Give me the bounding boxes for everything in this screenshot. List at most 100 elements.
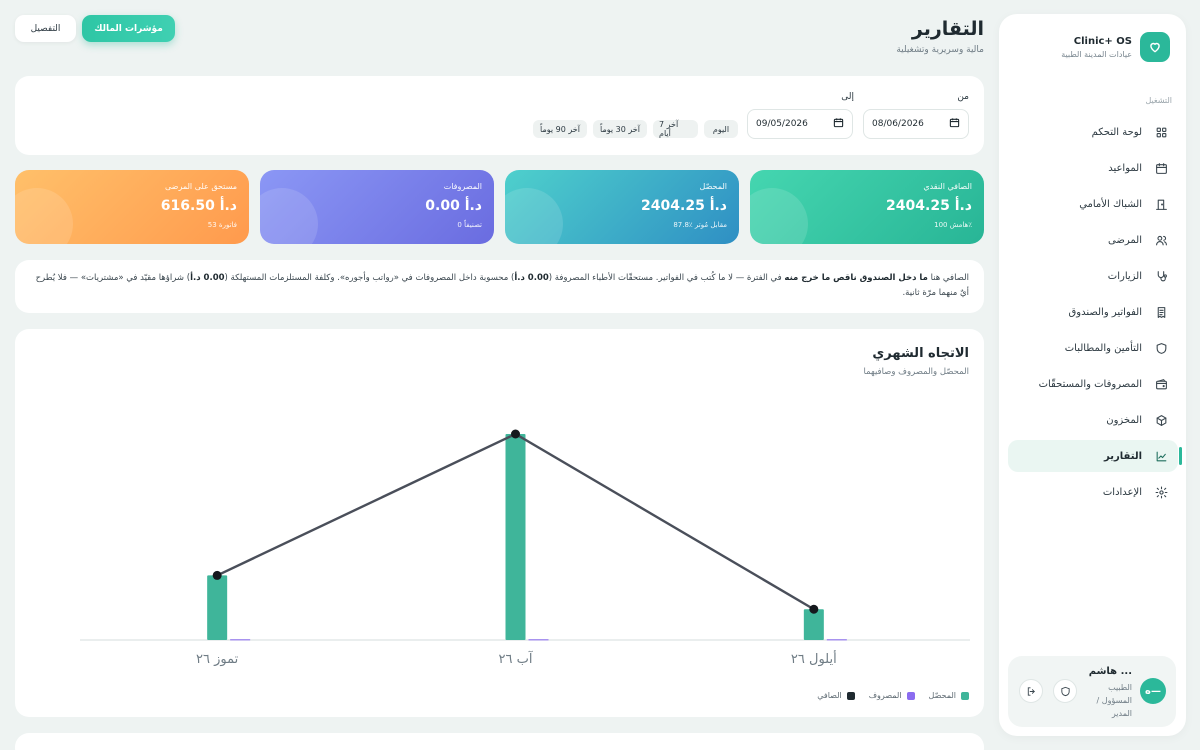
- note-amount: 0.00 د.أ: [514, 273, 549, 283]
- kpi-sub: 53 فاتورة: [207, 221, 237, 229]
- sidebar-item-label: الزيارات: [1107, 270, 1142, 282]
- bar-expense: [230, 639, 251, 641]
- user-role: الطبيب المسؤول / المدير: [1096, 683, 1132, 718]
- from-date-value: 08/06/2026: [872, 119, 924, 129]
- page-title: التقارير: [911, 18, 984, 40]
- legend-item: المحصّل: [929, 691, 969, 700]
- door-icon: [1154, 197, 1168, 211]
- kpi-collected: المحصّل 2404.25 د.أ 87.8٪ مقابل مُوتر: [505, 170, 739, 244]
- decorative-circle: [505, 188, 563, 244]
- note-emphasis: ما دخل الصندوق ناقص ما خرج منه: [784, 273, 928, 283]
- sidebar-item[interactable]: لوحة التحكم: [1008, 116, 1178, 148]
- sidebar-item-label: المرضى: [1108, 234, 1142, 246]
- from-date-input[interactable]: 08/06/2026: [863, 109, 969, 139]
- kpi-value: 0.00 د.أ: [425, 198, 482, 214]
- decorative-circle: [750, 188, 808, 244]
- brand-subtitle: عيادات المدينة الطبية: [1061, 50, 1132, 59]
- grid-icon: [1154, 125, 1168, 139]
- logout-icon[interactable]: [1019, 679, 1043, 703]
- note-amount: 0.00 د.أ: [190, 273, 225, 283]
- sidebar-item-label: المواعيد: [1108, 162, 1142, 174]
- page-subtitle: مالية وسريرية وتشغيلية: [896, 45, 984, 55]
- sidebar-item[interactable]: المخزون: [1008, 404, 1178, 436]
- sidebar-nav: لوحة التحكم المواعيد الشباك الأمامي المرضى ا…: [1008, 116, 1182, 512]
- sidebar-item[interactable]: المواعيد: [1008, 152, 1178, 184]
- bar-collected: [207, 575, 228, 640]
- kpi-net-cash: الصافي النقدي 2404.25 د.أ هامش 100٪: [750, 170, 984, 244]
- preset-90-days[interactable]: آخر 90 يوماً: [533, 120, 587, 138]
- avatar[interactable]: ه—: [1140, 678, 1166, 704]
- kpi-sub: هامش 100٪: [934, 221, 972, 229]
- info-note: الصافي هنا ما دخل الصندوق ناقص ما خرج من…: [15, 260, 984, 313]
- sidebar-item-label: التأمين والمطالبات: [1064, 342, 1142, 354]
- sidebar-item[interactable]: الزيارات: [1008, 260, 1178, 292]
- legend-item: الصافي: [817, 691, 855, 700]
- kpi-sub: 0 تصنيفاً: [457, 221, 482, 229]
- kpi-label: الصافي النقدي: [923, 182, 972, 191]
- decorative-circle: [260, 188, 318, 244]
- kpi-label: مستحق على المرضى: [164, 182, 237, 191]
- note-text: في الفترة — لا ما كُتب في الفواتير. مستح…: [548, 273, 785, 283]
- calendar-icon: [833, 117, 844, 131]
- stethoscope-icon: [1154, 269, 1168, 283]
- nav-section-title: التشغيل: [1145, 96, 1172, 105]
- sidebar-item-label: الإعدادات: [1102, 486, 1142, 498]
- to-date-value: 09/05/2026: [756, 119, 808, 129]
- chart-icon: [1154, 449, 1168, 463]
- next-section-card: [15, 733, 984, 750]
- shield-icon: [1154, 341, 1168, 355]
- chart-legend: المحصّل المصروف الصافي: [817, 691, 969, 700]
- legend-swatch: [906, 691, 915, 700]
- box-icon: [1154, 413, 1168, 427]
- preset-7-days[interactable]: آخر 7 أيام: [653, 120, 698, 138]
- shield-icon[interactable]: [1053, 679, 1077, 703]
- to-label: إلى: [841, 92, 854, 102]
- to-date-input[interactable]: 09/05/2026: [747, 109, 853, 139]
- user-name: هاشم ...: [1088, 666, 1132, 677]
- legend-label: الصافي: [817, 691, 842, 700]
- preset-30-days[interactable]: آخر 30 يوماً: [593, 120, 647, 138]
- sidebar-item[interactable]: التأمين والمطالبات: [1008, 332, 1178, 364]
- sidebar-item[interactable]: المصروفات والمستحقّات: [1008, 368, 1178, 400]
- kpi-expenses: المصروفات 0.00 د.أ 0 تصنيفاً: [260, 170, 494, 244]
- gear-icon: [1154, 485, 1168, 499]
- bar-expense: [528, 639, 549, 641]
- decorative-circle: [15, 188, 73, 244]
- net-point: [212, 570, 222, 580]
- brand-name: Clinic+ OS: [1073, 36, 1132, 47]
- x-tick-label: آب ٢٦: [499, 650, 534, 667]
- monthly-trend-card: الاتجاه الشهري المحصّل والمصروف وصافيهما…: [15, 329, 984, 717]
- kpi-sub: 87.8٪ مقابل مُوتر: [673, 221, 727, 229]
- trend-chart: تموز ٢٦ آب ٢٦ أيلول ٢٦: [80, 429, 970, 667]
- user-card: ه— هاشم ... الطبيب المسؤول / المدير: [1008, 656, 1176, 727]
- users-icon: [1154, 233, 1168, 247]
- kpi-value: 2404.25 د.أ: [886, 198, 972, 214]
- net-point: [809, 604, 819, 614]
- sidebar-item[interactable]: التقارير: [1008, 440, 1182, 472]
- net-point: [511, 429, 520, 439]
- sidebar-item[interactable]: الإعدادات: [1008, 476, 1178, 508]
- bar-collected: [803, 609, 824, 640]
- kpi-value: 2404.25 د.أ: [641, 198, 727, 214]
- kpi-label: المصروفات: [443, 182, 482, 191]
- sidebar-item[interactable]: المرضى: [1008, 224, 1178, 256]
- bar-collected: [505, 434, 526, 640]
- sidebar: Clinic+ OS عيادات المدينة الطبية التشغيل…: [999, 14, 1186, 736]
- calendar-icon: [949, 117, 960, 131]
- sidebar-item-label: المخزون: [1106, 414, 1142, 426]
- sidebar-item[interactable]: الفواتير والصندوق: [1008, 296, 1178, 328]
- sidebar-item-label: لوحة التحكم: [1091, 126, 1142, 138]
- date-filter: من 08/06/2026 إلى 09/05/2026 اليوم آخر 7…: [15, 76, 984, 155]
- kpi-label: المحصّل: [699, 182, 727, 191]
- kpi-value: 616.50 د.أ: [160, 198, 237, 214]
- preset-today[interactable]: اليوم: [704, 120, 738, 138]
- owner-metrics-button[interactable]: مؤشرات المالك: [82, 15, 175, 42]
- detail-button[interactable]: التفصيل: [15, 15, 76, 42]
- note-text: ) محسوبة داخل المصروفات في «رواتب وأجوره…: [224, 273, 515, 283]
- sidebar-item-label: التقارير: [1104, 450, 1142, 462]
- sidebar-item[interactable]: الشباك الأمامي: [1008, 188, 1178, 220]
- wallet-icon: [1154, 377, 1168, 391]
- note-text: الصافي هنا: [927, 273, 969, 283]
- legend-swatch: [846, 691, 855, 700]
- sidebar-item-label: الشباك الأمامي: [1079, 198, 1142, 210]
